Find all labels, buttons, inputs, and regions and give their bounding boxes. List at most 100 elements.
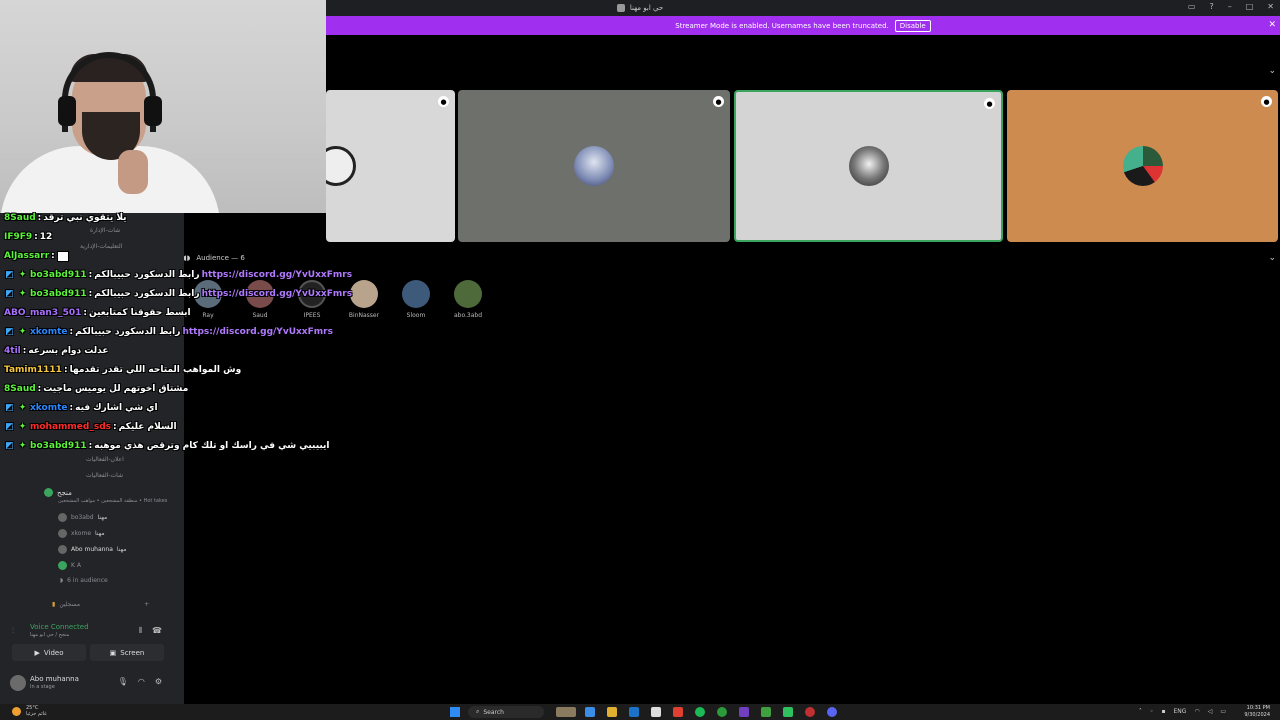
taskbar-app-icon[interactable]	[805, 707, 815, 717]
speaker-avatar	[574, 146, 614, 186]
video-button[interactable]: ▶ Video	[12, 644, 86, 661]
headphones-icon: ◗	[60, 577, 64, 584]
channel-item[interactable]: شات-الفعاليات	[86, 472, 123, 479]
voice-connected-subtitle: منجح / حي ابو مهنا	[30, 632, 70, 638]
tray-mic-icon[interactable]: ◦	[1150, 708, 1154, 715]
audience-avatar	[402, 280, 430, 308]
kick-badge-icon: ✦	[18, 289, 27, 299]
screen-share-button[interactable]: ▣ Screen	[90, 644, 164, 661]
add-channel-icon[interactable]: +	[144, 601, 149, 608]
tray-app-icon[interactable]: ▪	[1161, 708, 1165, 715]
audience-member[interactable]: abo.3abd	[448, 280, 488, 319]
taskbar-app-icon[interactable]	[783, 707, 793, 717]
speaker-avatar	[1122, 146, 1163, 186]
speaker-status-icon: ●	[438, 96, 449, 107]
disconnect-icon[interactable]: ☎	[152, 626, 162, 636]
stage-speaker-item[interactable]: xkome مهنا	[40, 529, 105, 538]
speaker-tile[interactable]: ●	[326, 90, 455, 242]
stage-speaker-item[interactable]: Abo muhanna مهنا	[40, 545, 127, 554]
stage-icon	[44, 488, 53, 497]
stage-speaker-item[interactable]: bo3abd مهنا	[40, 513, 107, 522]
file-explorer-icon[interactable]	[607, 707, 617, 717]
chat-message: IF9F9 : 12	[4, 232, 53, 242]
kick-badge-icon: ✦	[18, 422, 27, 432]
channel-item[interactable]: اعلان-الفعاليات	[86, 456, 124, 463]
twitch-platform-icon: ◩	[5, 327, 14, 337]
speaker-tile[interactable]: ●	[458, 90, 730, 242]
close-window-icon[interactable]: ✕	[1267, 2, 1274, 11]
windows-start-icon[interactable]	[450, 707, 460, 717]
user-avatar[interactable]	[10, 675, 26, 691]
chat-message: Tamim1111 : وش المواهب المتاحه اللي تقدر…	[4, 365, 242, 375]
chat-message: ◩ ✦ xkomte : رابط الدسكورد حبيبالكم https…	[5, 327, 333, 337]
microphone-icon[interactable]: 🎙︎	[118, 677, 128, 686]
noise-suppression-icon[interactable]: ⦀	[139, 626, 143, 636]
speaker-tile-active[interactable]: ●	[734, 90, 1003, 242]
weather-widget[interactable]: 25°C غائم جزئيا	[26, 705, 47, 717]
brave-browser-icon[interactable]	[673, 707, 683, 717]
minimize-icon[interactable]: –	[1228, 2, 1232, 11]
battery-icon[interactable]: ▭	[1220, 708, 1226, 715]
help-icon[interactable]: ?	[1209, 2, 1213, 11]
discord-taskbar-icon[interactable]	[827, 707, 837, 717]
wifi-icon[interactable]: ◠	[1194, 708, 1199, 715]
audience-count-label: Audience — 6	[196, 254, 245, 262]
language-indicator[interactable]: ENG	[1174, 708, 1187, 715]
discord-app-icon	[616, 4, 625, 12]
taskbar-widget-icon[interactable]	[556, 707, 576, 717]
speaker-status-icon: ●	[984, 98, 995, 109]
inbox-icon[interactable]: ▭	[1188, 2, 1196, 11]
chat-message: AlJassarr :	[4, 249, 69, 263]
category-item[interactable]: ▮ مسجلين +	[52, 601, 149, 608]
taskbar-search[interactable]: ⌕ Search	[468, 706, 544, 718]
chat-message: 8Saud : مشتاق اخوتهم لل يوميس ماجيت	[4, 384, 189, 394]
kick-badge-icon: ✦	[18, 403, 27, 413]
spotify-icon[interactable]	[695, 707, 705, 717]
maximize-icon[interactable]: □	[1246, 2, 1254, 11]
speaker-avatar	[58, 529, 67, 538]
headset-icon[interactable]: ◠	[138, 677, 145, 686]
audience-member-name: IPEES	[303, 312, 321, 319]
channel-item[interactable]: التعليمات-الإدارية	[80, 243, 122, 250]
chat-message: ◩ ✦ bo3abd911 : رابط الدسكورد حبيبالكم ht…	[5, 270, 353, 280]
copilot-icon[interactable]	[585, 707, 595, 717]
settings-gear-icon[interactable]: ⚙	[155, 677, 162, 686]
speaker-tile[interactable]: ●	[1007, 90, 1278, 242]
audience-collapse-chevron-icon[interactable]: ⌄	[1268, 253, 1276, 263]
tray-overflow-icon[interactable]: ˄	[1139, 708, 1142, 715]
stage-speaker-item[interactable]: K A	[40, 561, 81, 570]
disable-streamer-mode-button[interactable]: Disable	[894, 19, 931, 32]
volume-icon[interactable]: ◁	[1208, 708, 1213, 715]
xbox-icon[interactable]	[717, 707, 727, 717]
channel-item[interactable]: شات-الإدارة	[90, 227, 120, 234]
mail-icon[interactable]	[629, 707, 639, 717]
speaker-avatar	[58, 513, 67, 522]
chat-message: ◩ ✦ mohammed_sds : السلام عليكم	[5, 422, 177, 432]
audience-avatar	[454, 280, 482, 308]
chat-message: 4til : عدلت دوام بسرعه	[4, 346, 109, 356]
twitch-platform-icon: ◩	[5, 422, 14, 432]
kick-badge-icon: ✦	[18, 327, 27, 337]
twitch-platform-icon: ◩	[5, 289, 14, 299]
signal-icon[interactable]: ⫶	[12, 626, 14, 636]
audience-member-name: BinNasser	[348, 312, 380, 319]
taskbar-clock[interactable]: 10:31 PM 9/30/2024	[1244, 705, 1270, 719]
audience-member-name: Sloom	[406, 312, 426, 319]
banner-close-icon[interactable]: ✕	[1268, 20, 1276, 30]
stage-channel-item[interactable]: منجح	[44, 488, 72, 497]
chat-message: ◩ ✦ bo3abd911 : ايبيبيي شي في راسك او تلك…	[5, 441, 330, 451]
audience-member[interactable]: Sloom	[396, 280, 436, 319]
stage-collapse-chevron-icon[interactable]: ⌄	[1268, 66, 1276, 76]
taskbar-app-icon[interactable]	[761, 707, 771, 717]
speaker-avatar	[58, 545, 67, 554]
voice-connected-title[interactable]: Voice Connected	[30, 623, 89, 631]
system-tray: ˄ ◦ ▪ ENG ◠ ◁ ▭	[1139, 708, 1226, 715]
stage-audience-count[interactable]: ◗ 6 in audience	[40, 577, 108, 584]
obs-icon[interactable]	[739, 707, 749, 717]
weather-icon[interactable]	[12, 707, 21, 716]
headphones-icon: ◖◗	[183, 254, 191, 262]
user-name[interactable]: Abo muhanna	[30, 675, 79, 683]
audience-member-name: Saud	[252, 312, 268, 319]
audience-header: ◖◗ Audience — 6 ⌄	[183, 252, 1280, 264]
store-icon[interactable]	[651, 707, 661, 717]
